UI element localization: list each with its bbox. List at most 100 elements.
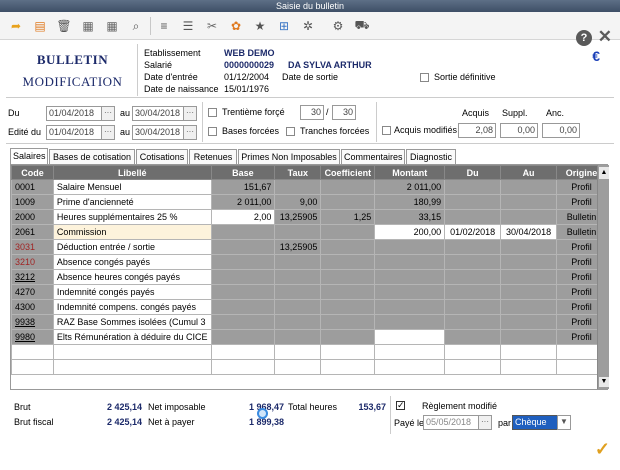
table-row[interactable]: 9938 RAZ Base Sommes isolées (Cumul 3 Pr… xyxy=(11,314,607,330)
au-cell[interactable] xyxy=(500,269,558,285)
coef-cell[interactable] xyxy=(320,299,376,315)
checkmark-icon[interactable]: ✓ xyxy=(595,439,610,460)
scroll-up-icon[interactable]: ▲ xyxy=(599,167,609,179)
table-row[interactable]: 2000 Heures supplémentaires 25 % 2,00 13… xyxy=(11,209,607,225)
montant-cell[interactable] xyxy=(374,299,446,315)
list-icon[interactable]: ≡ xyxy=(156,18,172,34)
du-cell[interactable] xyxy=(444,179,502,195)
coef-cell[interactable] xyxy=(320,314,376,330)
coef-cell[interactable] xyxy=(320,179,376,195)
taux-cell[interactable]: 9,00 xyxy=(274,194,322,210)
coef-cell[interactable] xyxy=(320,254,376,270)
star-icon[interactable]: ✲ xyxy=(300,18,316,34)
tools-icon[interactable]: ✂ xyxy=(204,18,220,34)
list-icon[interactable]: ☰ xyxy=(180,18,196,34)
trentieme-denominator-field[interactable]: 30 xyxy=(332,105,356,120)
grid-icon[interactable]: ⊞ xyxy=(276,18,292,34)
star-icon[interactable]: ★ xyxy=(252,18,268,34)
code-cell[interactable]: 9980 xyxy=(11,329,54,345)
au-cell[interactable] xyxy=(500,299,558,315)
label-cell[interactable]: Commission xyxy=(52,224,212,240)
column-header-libelle[interactable]: Libellé xyxy=(52,165,212,180)
label-cell[interactable]: Prime d'ancienneté xyxy=(52,194,212,210)
au-cell[interactable] xyxy=(500,209,558,225)
label-cell[interactable]: Absence heures congés payés xyxy=(52,269,212,285)
table-row[interactable]: 9980 Elts Rémunération à déduire du CICE… xyxy=(11,329,607,345)
du-cell[interactable] xyxy=(444,329,502,345)
au-cell[interactable] xyxy=(500,314,558,330)
acquis-modifies-checkbox[interactable] xyxy=(382,126,391,135)
taux-cell[interactable] xyxy=(274,179,322,195)
taux-cell[interactable] xyxy=(274,314,322,330)
column-header-montant[interactable]: Montant xyxy=(374,165,446,180)
coef-cell[interactable] xyxy=(320,224,376,240)
base-cell[interactable] xyxy=(210,239,276,255)
label-cell[interactable]: Elts Rémunération à déduire du CICE xyxy=(52,329,212,345)
base-cell[interactable] xyxy=(210,254,276,270)
coef-cell[interactable] xyxy=(320,194,376,210)
code-cell[interactable]: 0001 xyxy=(11,179,54,195)
code-cell[interactable]: 3031 xyxy=(11,239,54,255)
table-icon[interactable]: ▦ xyxy=(104,18,120,34)
taux-cell[interactable] xyxy=(274,284,322,300)
edite-to-picker-button[interactable]: ··· xyxy=(183,125,197,140)
paye-le-field[interactable]: 05/05/2018 xyxy=(423,415,479,430)
acquis-field[interactable]: 2,08 xyxy=(458,123,496,138)
search-icon[interactable]: ⌕ xyxy=(128,18,144,34)
paye-le-picker-button[interactable]: ··· xyxy=(478,415,492,430)
tab-commentaires[interactable]: Commentaires xyxy=(341,149,405,164)
table-row[interactable]: 3212 Absence heures congés payés Profil xyxy=(11,269,607,285)
empty-row[interactable] xyxy=(11,344,607,360)
base-cell[interactable] xyxy=(210,329,276,345)
code-cell[interactable]: 2061 xyxy=(11,224,54,240)
au-cell[interactable]: 30/04/2018 xyxy=(500,224,558,240)
au-cell[interactable] xyxy=(500,254,558,270)
du-from-field[interactable]: 01/04/2018 xyxy=(46,106,102,121)
du-cell[interactable] xyxy=(444,239,502,255)
du-cell[interactable] xyxy=(444,254,502,270)
edite-from-field[interactable]: 01/04/2018 xyxy=(46,125,102,140)
montant-cell[interactable] xyxy=(374,284,446,300)
taux-cell[interactable] xyxy=(274,329,322,345)
base-cell[interactable]: 2,00 xyxy=(210,209,276,225)
montant-cell[interactable] xyxy=(374,254,446,270)
table-row[interactable]: 3210 Absence congés payés Profil xyxy=(11,254,607,270)
coef-cell[interactable] xyxy=(320,329,376,345)
car-icon[interactable]: ⛟ xyxy=(354,18,370,34)
label-cell[interactable]: Indemnité congés payés xyxy=(52,284,212,300)
du-to-picker-button[interactable]: ··· xyxy=(183,106,197,121)
payment-method-select[interactable]: Chèque xyxy=(512,415,558,430)
au-cell[interactable] xyxy=(500,179,558,195)
coef-cell[interactable]: 1,25 xyxy=(320,209,376,225)
du-cell[interactable]: 01/02/2018 xyxy=(444,224,502,240)
coef-cell[interactable] xyxy=(320,284,376,300)
label-cell[interactable]: Heures supplémentaires 25 % xyxy=(52,209,212,225)
table-row[interactable]: 1009 Prime d'ancienneté 2 011,00 9,00 18… xyxy=(11,194,607,210)
column-header-du[interactable]: Du xyxy=(444,165,502,180)
empty-row[interactable] xyxy=(11,359,607,375)
tab-retenues[interactable]: Retenues xyxy=(189,149,237,164)
reglement-modifie-checkbox[interactable]: ✓ xyxy=(396,401,405,410)
column-header-coefficient[interactable]: Coefficient xyxy=(320,165,376,180)
montant-cell[interactable]: 2 011,00 xyxy=(374,179,446,195)
label-cell[interactable]: Déduction entrée / sortie xyxy=(52,239,212,255)
base-cell[interactable] xyxy=(210,299,276,315)
tab-diagnostic[interactable]: Diagnostic xyxy=(406,149,456,164)
column-header-au[interactable]: Au xyxy=(500,165,558,180)
label-cell[interactable]: Indemnité compens. congés payés xyxy=(52,299,212,315)
code-cell[interactable]: 3210 xyxy=(11,254,54,270)
scroll-down-icon[interactable]: ▼ xyxy=(599,377,609,387)
montant-cell[interactable]: 200,00 xyxy=(374,224,446,240)
document-icon[interactable]: ▤ xyxy=(32,18,48,34)
tab-primes-non-imposables[interactable]: Primes Non Imposables xyxy=(238,149,340,164)
chevron-down-icon[interactable]: ▼ xyxy=(557,415,571,430)
coef-cell[interactable] xyxy=(320,269,376,285)
table-icon[interactable]: ▦ xyxy=(80,18,96,34)
du-cell[interactable] xyxy=(444,209,502,225)
taux-cell[interactable] xyxy=(274,254,322,270)
base-cell[interactable] xyxy=(210,284,276,300)
au-cell[interactable] xyxy=(500,239,558,255)
au-cell[interactable] xyxy=(500,329,558,345)
taux-cell[interactable] xyxy=(274,269,322,285)
code-cell[interactable]: 3212 xyxy=(11,269,54,285)
